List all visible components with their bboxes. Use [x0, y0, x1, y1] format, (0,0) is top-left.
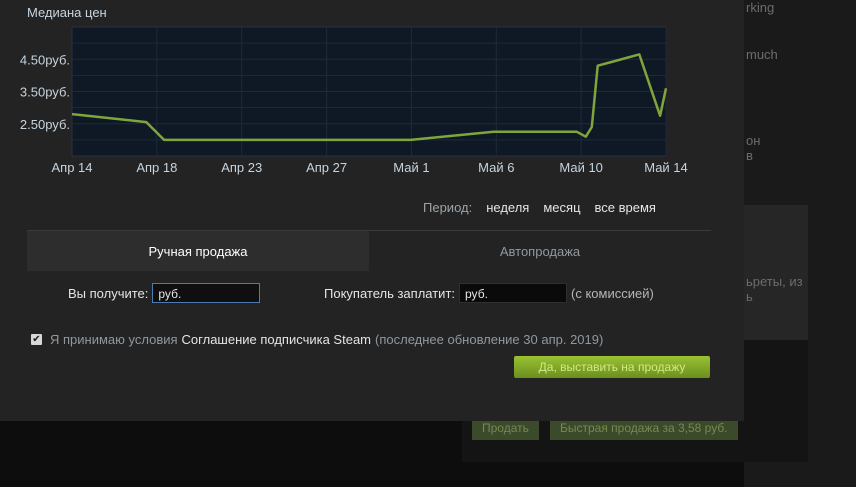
- receive-price-input[interactable]: руб.: [152, 283, 261, 303]
- agreement-suffix: (последнее обновление 30 апр. 2019): [375, 332, 604, 347]
- receive-row: Вы получите: руб.: [68, 283, 261, 303]
- background-text: ьреты, из: [746, 274, 803, 289]
- tab-manual-sale[interactable]: Ручная продажа: [27, 231, 369, 271]
- price-history-chart[interactable]: 4.50руб.3.50руб.2.50руб. Апр 14 Апр 18 Апр…: [0, 0, 744, 185]
- x-axis-ticks: Апр 14 Апр 18 Апр 23 Апр 27 Май 1 Май 6 Май 10…: [51, 160, 687, 175]
- y-tick-label: 3.50руб.: [20, 85, 70, 100]
- x-tick-label: Апр 14: [51, 160, 92, 175]
- buyer-pays-label: Покупатель заплатит:: [324, 285, 456, 301]
- buyer-pays-row: Покупатель заплатит: руб. (с комиссией): [324, 283, 654, 303]
- x-tick-label: Май 10: [559, 160, 603, 175]
- x-tick-label: Апр 23: [221, 160, 262, 175]
- x-tick-label: Май 6: [478, 160, 514, 175]
- sale-mode-tabs: Ручная продажа Автопродажа: [27, 230, 711, 271]
- agreement-checkbox[interactable]: ✔: [31, 334, 42, 345]
- receive-label: Вы получите:: [68, 285, 149, 301]
- y-tick-label: 4.50руб.: [20, 52, 70, 67]
- x-tick-label: Апр 18: [136, 160, 177, 175]
- y-tick-label: 2.50руб.: [20, 117, 70, 132]
- agreement-row: ✔ Я принимаю условия Соглашение подписчи…: [31, 332, 603, 347]
- commission-hint: (с комиссией): [571, 285, 654, 301]
- period-week[interactable]: неделя: [486, 200, 529, 215]
- confirm-sell-button[interactable]: Да, выставить на продажу: [514, 356, 710, 378]
- period-selector: Период: неделя месяц все время: [423, 200, 656, 215]
- background-text: rking: [746, 0, 775, 15]
- sell-dialog: Медиана цен 4.50руб. 3.50руб. 2.50руб. Апр…: [0, 0, 744, 421]
- background-text: он: [746, 133, 761, 148]
- x-tick-label: Апр 27: [306, 160, 347, 175]
- background-text: в: [746, 148, 753, 163]
- y-axis-ticks: 4.50руб. 3.50руб. 2.50руб.: [20, 52, 70, 132]
- subscriber-agreement-link[interactable]: Соглашение подписчика Steam: [182, 332, 371, 347]
- x-tick-label: Май 1: [393, 160, 429, 175]
- agreement-prefix: Я принимаю условия: [50, 332, 178, 347]
- x-tick-label: Май 14: [644, 160, 688, 175]
- background-card: [744, 205, 808, 340]
- period-all-time[interactable]: все время: [595, 200, 656, 215]
- background-text: much: [746, 47, 778, 62]
- tab-auto-sale[interactable]: Автопродажа: [369, 231, 711, 271]
- buyer-pays-price-input[interactable]: руб.: [459, 283, 568, 303]
- period-label: Период:: [423, 200, 473, 215]
- period-month[interactable]: месяц: [543, 200, 580, 215]
- background-text: ь: [746, 289, 753, 304]
